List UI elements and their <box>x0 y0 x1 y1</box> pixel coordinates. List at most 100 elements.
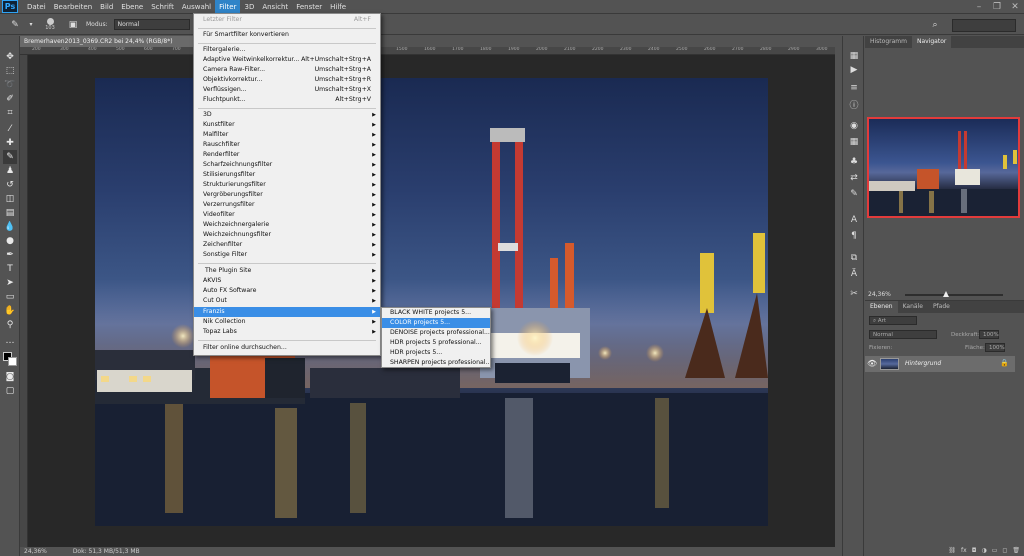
background-color-swatch[interactable] <box>8 357 17 366</box>
menu-item-topaz-labs[interactable]: Topaz Labs ▶ <box>194 327 380 337</box>
menu-item-nik-collection[interactable]: Nik Collection ▶ <box>194 317 380 327</box>
screen-mode-icon[interactable]: ▢ <box>3 384 17 398</box>
menu-filter[interactable]: Filter <box>215 0 241 14</box>
submenu-item-color-projects[interactable]: COLOR projects 5... <box>382 318 490 328</box>
brush-tool-icon[interactable]: ✎ <box>3 150 17 164</box>
menu-bearbeiten[interactable]: Bearbeiten <box>50 0 96 14</box>
menu-item-renderfilter[interactable]: Renderfilter ▶ <box>194 150 380 160</box>
menu-schrift[interactable]: Schrift <box>147 0 178 14</box>
link-icon[interactable]: ⛓ <box>948 547 956 554</box>
layer-filter-select[interactable]: ⌕ Art <box>869 316 917 325</box>
paragraph-icon[interactable]: ¶ <box>847 230 861 242</box>
close-icon[interactable]: ✕ <box>1010 2 1020 12</box>
blend-mode-select[interactable]: Normal <box>869 330 937 339</box>
properties-icon[interactable]: ⇄ <box>847 172 861 184</box>
menu-ebene[interactable]: Ebene <box>117 0 147 14</box>
clone-source-icon[interactable]: ⧉ <box>847 252 861 264</box>
menu-item-sonstige-filter[interactable]: Sonstige Filter ▶ <box>194 250 380 260</box>
folder-icon[interactable]: ▭ <box>992 547 998 554</box>
blur-tool-icon[interactable]: 💧 <box>3 220 17 234</box>
submenu-item-hdr-professional[interactable]: HDR projects 5 professional... <box>382 338 490 348</box>
menu-item-weichzeichnergalerie[interactable]: Weichzeichnergalerie ▶ <box>194 220 380 230</box>
menu-item-scharfzeichnungsfilter[interactable]: Scharfzeichnungsfilter ▶ <box>194 160 380 170</box>
path-selection-tool-icon[interactable]: ➤ <box>3 276 17 290</box>
eyedropper-tool-icon[interactable]: ⁄ <box>3 122 17 136</box>
menu-item-franzis[interactable]: Franzis ▶ <box>194 307 380 317</box>
menu-item-vanishing-point[interactable]: Fluchtpunkt... Alt+Strg+V <box>194 95 380 105</box>
play-actions-icon[interactable]: ▶ <box>847 64 861 76</box>
submenu-item-hdr[interactable]: HDR projects 5... <box>382 348 490 358</box>
quick-mask-icon[interactable]: ◙ <box>3 370 17 384</box>
tab-navigator[interactable]: Navigator <box>911 36 952 48</box>
gradient-tool-icon[interactable]: ▤ <box>3 206 17 220</box>
brushes-icon[interactable]: ✎ <box>847 188 861 200</box>
eye-icon[interactable]: 👁 <box>867 359 877 368</box>
tab-channels[interactable]: Kanäle <box>898 301 928 313</box>
healing-brush-tool-icon[interactable]: ✚ <box>3 136 17 150</box>
menu-3d[interactable]: 3D <box>240 0 258 14</box>
navigator-zoom-slider[interactable] <box>905 294 1003 296</box>
restore-icon[interactable]: ❐ <box>992 2 1002 12</box>
swatches-icon[interactable]: ▦ <box>847 136 861 148</box>
crop-tool-icon[interactable]: ⌗ <box>3 106 17 120</box>
menu-item-strukturierungsfilter[interactable]: Strukturierungsfilter ▶ <box>194 180 380 190</box>
fill-field[interactable]: 100% <box>985 343 1005 352</box>
menu-datei[interactable]: Datei <box>23 0 50 14</box>
mode-select[interactable]: Normal <box>113 19 190 30</box>
tab-histogram[interactable]: Histogramm <box>865 36 912 48</box>
submenu-item-denoise[interactable]: DENOISE projects professional... <box>382 328 490 338</box>
menu-item-the-plugin-site[interactable]: The Plugin Site ▶ <box>194 266 380 276</box>
menu-item-smart-filter[interactable]: Für Smartfilter konvertieren <box>194 30 380 40</box>
menu-item-3d[interactable]: 3D ▶ <box>194 110 380 120</box>
status-zoom[interactable]: 24,36% <box>24 548 47 555</box>
menu-item-lens-correction[interactable]: Objektivkorrektur... Umschalt+Strg+R <box>194 75 380 85</box>
clone-stamp-tool-icon[interactable]: ♟ <box>3 164 17 178</box>
menu-item-auto-fx-software[interactable]: Auto FX Software ▶ <box>194 286 380 296</box>
menu-item-cut-out[interactable]: Cut Out ▶ <box>194 296 380 306</box>
eraser-tool-icon[interactable]: ◫ <box>3 192 17 206</box>
menu-item-weichzeichnungsfilter[interactable]: Weichzeichnungsfilter ▶ <box>194 230 380 240</box>
menu-item-stilisierungsfilter[interactable]: Stilisierungsfilter ▶ <box>194 170 380 180</box>
layer-name[interactable]: Hintergrund <box>905 358 941 370</box>
menu-item-malfilter[interactable]: Malfilter ▶ <box>194 130 380 140</box>
quick-selection-tool-icon[interactable]: ✐ <box>3 92 17 106</box>
adjustment-layer-icon[interactable]: ◑ <box>981 547 986 554</box>
menu-item-vergroberungsfilter[interactable]: Vergröberungsfilter ▶ <box>194 190 380 200</box>
menu-item-verzerrungsfilter[interactable]: Verzerrungsfilter ▶ <box>194 200 380 210</box>
lasso-tool-icon[interactable]: ➰ <box>3 78 17 92</box>
menu-item-last-filter[interactable]: Letzter Filter Alt+F <box>194 15 380 25</box>
menu-item-adaptive-wide-angle[interactable]: Adaptive Weitwinkelkorrektur... Alt+Umsc… <box>194 55 380 65</box>
new-layer-icon[interactable]: ◻ <box>1002 547 1007 554</box>
zoom-tool-icon[interactable]: ⚲ <box>3 318 17 332</box>
menu-bild[interactable]: Bild <box>96 0 117 14</box>
adjustments-icon[interactable]: ≡ <box>847 82 861 94</box>
glyphs-icon[interactable]: Ä <box>847 268 861 280</box>
submenu-item-sharpen[interactable]: SHARPEN projects professional... <box>382 358 490 368</box>
chevron-down-icon[interactable]: ▾ <box>28 18 34 32</box>
brush-tool-icon[interactable]: ✎ <box>8 18 22 32</box>
search-icon[interactable]: ⌕ <box>928 18 942 32</box>
menu-item-camera-raw[interactable]: Camera Raw-Filter... Umschalt+Strg+A <box>194 65 380 75</box>
brush-panel-icon[interactable]: ▣ <box>66 18 80 32</box>
fx-icon[interactable]: fx <box>961 547 967 554</box>
navigator-preview[interactable] <box>867 117 1020 218</box>
marquee-tool-icon[interactable]: ⬚ <box>3 64 17 78</box>
menu-ansicht[interactable]: Ansicht <box>258 0 292 14</box>
history-icon[interactable]: ▦ <box>847 50 861 62</box>
submenu-item-black-white[interactable]: BLACK WHITE projects 5... <box>382 308 490 318</box>
menu-item-browse-filters-online[interactable]: Filter online durchsuchen... <box>194 343 380 353</box>
menu-auswahl[interactable]: Auswahl <box>178 0 215 14</box>
more-tools-icon[interactable]: … <box>3 334 17 348</box>
tool-presets-icon[interactable]: ✂ <box>847 288 861 300</box>
menu-item-videofilter[interactable]: Videofilter ▶ <box>194 210 380 220</box>
tab-layers[interactable]: Ebenen <box>865 301 898 313</box>
shape-tool-icon[interactable]: ▭ <box>3 290 17 304</box>
character-icon[interactable]: A <box>847 214 861 226</box>
color-icon[interactable]: ◉ <box>847 120 861 132</box>
menu-item-akvis[interactable]: AKVIS ▶ <box>194 276 380 286</box>
styles-icon[interactable]: ♣ <box>847 156 861 168</box>
document-tab[interactable]: Bremerhaven2013_0369.CR2 bei 24,4% (RGB/… <box>20 36 210 47</box>
mask-icon[interactable]: ◘ <box>972 547 977 554</box>
menu-item-liquify[interactable]: Verflüssigen... Umschalt+Strg+X <box>194 85 380 95</box>
menu-fenster[interactable]: Fenster <box>292 0 326 14</box>
